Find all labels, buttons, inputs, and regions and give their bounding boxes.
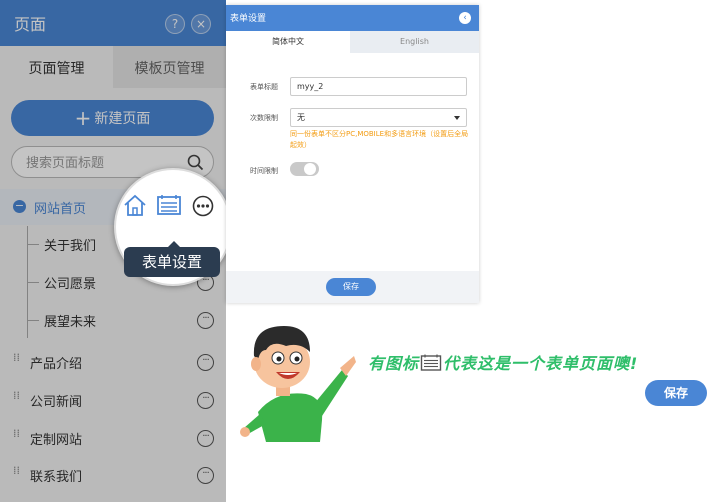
form-settings-dialog: 表单设置 ‹ 简体中文 English 表单标题 myy_2 次数限制 无 同一… — [226, 5, 479, 303]
form-title-input[interactable]: myy_2 — [290, 77, 467, 96]
tab-simplified-chinese[interactable]: 简体中文 — [226, 31, 350, 53]
limit-note: 同一份表单不区分PC,MOBILE和多语言环境（设置后全局起效） — [290, 130, 469, 149]
limit-select[interactable]: 无 — [290, 108, 467, 127]
toggle-knob — [304, 163, 316, 175]
chevron-down-icon — [454, 116, 460, 120]
callout-message: 有图标 代表这是一个表单页面噢! — [368, 350, 638, 374]
limit-select-value: 无 — [297, 113, 305, 122]
form-settings-tooltip: 表单设置 — [124, 241, 220, 277]
tab-english[interactable]: English — [350, 31, 479, 53]
form-icon[interactable] — [156, 194, 182, 216]
callout-text-after: 代表这是一个表单页面噢! — [443, 354, 639, 373]
limit-label: 次数限制 — [250, 114, 278, 122]
callout-text-before: 有图标 — [368, 354, 420, 373]
time-limit-label: 时间限制 — [250, 167, 278, 175]
mascot-illustration — [240, 326, 356, 442]
form-title-label: 表单标题 — [250, 83, 278, 91]
dialog-title: 表单设置 — [230, 14, 267, 24]
save-button[interactable]: 保存 — [645, 380, 707, 406]
home-icon[interactable] — [122, 192, 148, 218]
dialog-header: 表单设置 ‹ — [226, 5, 479, 31]
collapse-arrow-icon[interactable]: ‹ — [459, 12, 471, 24]
form-icon — [420, 354, 442, 371]
dialog-footer: 保存 — [226, 271, 479, 303]
more-icon[interactable] — [192, 195, 214, 217]
save-button[interactable]: 保存 — [326, 278, 376, 296]
time-limit-toggle[interactable] — [290, 162, 319, 176]
